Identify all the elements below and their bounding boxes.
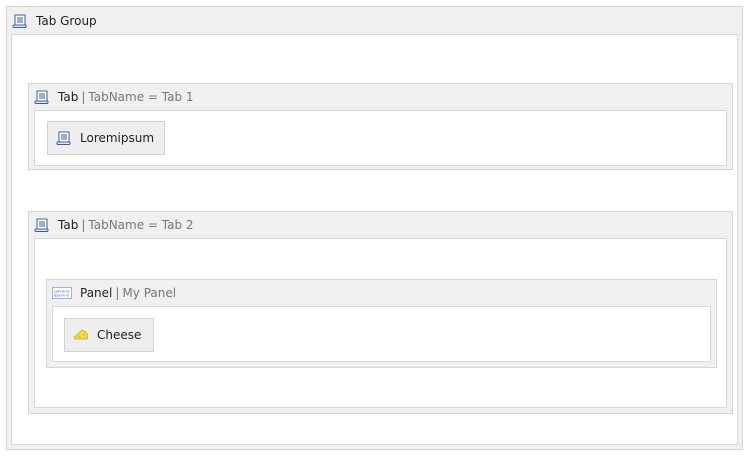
panel-name: My Panel [122, 286, 177, 300]
panel-type-label: Panel [80, 286, 113, 300]
my-panel[interactable]: Lorem ip Ipsum lo Panel | My Panel Chees… [46, 279, 717, 368]
loremipsum-item[interactable]: Loremipsum [47, 121, 165, 155]
tab-group-header: Tab Group [7, 7, 742, 34]
scroll-icon [56, 130, 72, 146]
cheese-icon [73, 327, 89, 343]
tab-group: Tab Group Tab | TabName = Tab 1 Loremips… [6, 6, 743, 450]
tab-1[interactable]: Tab | TabName = Tab 1 Loremipsum [28, 83, 733, 170]
panel-body: Cheese [52, 306, 711, 362]
cheese-item[interactable]: Cheese [64, 318, 154, 352]
scroll-icon [12, 13, 28, 29]
tab-2-separator: | [81, 218, 86, 232]
tab-1-type-label: Tab [58, 90, 79, 104]
loremipsum-label: Loremipsum [80, 131, 155, 145]
cheese-label: Cheese [97, 328, 142, 342]
tab-2[interactable]: Tab | TabName = Tab 2 Lorem ip Ipsum lo [28, 211, 733, 414]
tab-1-name: TabName = Tab 1 [88, 90, 194, 104]
scroll-icon [34, 89, 50, 105]
tab-1-body: Loremipsum [34, 110, 727, 166]
tab-1-header[interactable]: Tab | TabName = Tab 1 [29, 84, 732, 110]
tab-1-separator: | [81, 90, 86, 104]
tab-2-header[interactable]: Tab | TabName = Tab 2 [29, 212, 732, 238]
tab-group-title: Tab Group [36, 13, 97, 28]
panel-header[interactable]: Lorem ip Ipsum lo Panel | My Panel [47, 280, 716, 306]
tab-2-type-label: Tab [58, 218, 79, 232]
tab-2-name: TabName = Tab 2 [88, 218, 194, 232]
panel-icon-text-2: Ipsum lo [54, 294, 69, 298]
panel-text-icon: Lorem ip Ipsum lo [52, 285, 72, 301]
tab-group-body: Tab | TabName = Tab 1 Loremipsum Tab | T… [11, 34, 738, 445]
panel-separator: | [115, 286, 120, 300]
scroll-icon [34, 217, 50, 233]
tab-2-body: Lorem ip Ipsum lo Panel | My Panel Chees… [34, 238, 727, 408]
